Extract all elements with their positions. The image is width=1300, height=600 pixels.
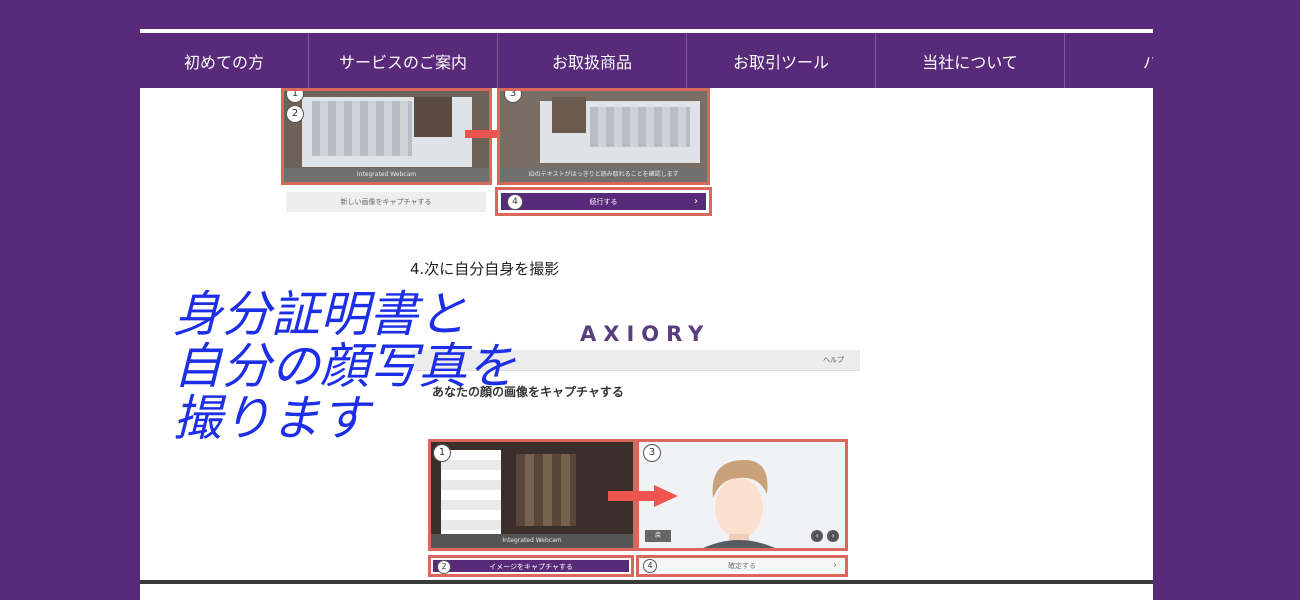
webcam-caption: Integrated Webcam bbox=[284, 168, 489, 182]
webcam-caption: Integrated Webcam bbox=[431, 534, 633, 548]
main-nav: 初めての方 サービスのご案内 お取扱商品 お取引ツール 当社について パー bbox=[140, 33, 1153, 88]
step-heading: 4.次に自分自身を撮影 bbox=[410, 260, 560, 278]
capture-highlight: 2 イメージをキャプチャする bbox=[428, 555, 634, 577]
confirm-label: 確定する bbox=[728, 562, 756, 570]
webcam-panel: 1 Integrated Webcam bbox=[428, 439, 636, 551]
blurred-region bbox=[441, 450, 501, 535]
blurred-face bbox=[516, 454, 576, 526]
step-number-3: 3 bbox=[643, 444, 661, 462]
overlay-line-2: 自分の顔写真を bbox=[173, 338, 517, 395]
back-button[interactable]: 戻 bbox=[645, 530, 671, 542]
recapture-button[interactable]: 新しい画像をキャプチャする bbox=[286, 192, 486, 212]
help-link[interactable]: ヘルプ bbox=[823, 355, 844, 365]
confirm-button[interactable]: 4 確定する › bbox=[636, 555, 848, 577]
photo-face bbox=[552, 97, 586, 133]
step-number-4: 4 bbox=[643, 559, 657, 573]
nav-item-about[interactable]: 当社について bbox=[876, 33, 1065, 88]
capture-image-button[interactable]: 2 イメージをキャプチャする bbox=[433, 560, 629, 574]
proceed-label: 続行する bbox=[589, 198, 618, 206]
nav-item-tools[interactable]: お取引ツール bbox=[687, 33, 876, 88]
chevron-right-icon: › bbox=[833, 560, 837, 571]
prev-button[interactable]: ‹ bbox=[811, 530, 823, 542]
id-capture-screenshot: 1 2 Integrated Webcam 3 IDのテキストがはっきりと読み取… bbox=[281, 88, 717, 220]
nav-item-products[interactable]: お取扱商品 bbox=[498, 33, 687, 88]
preview-caption: IDのテキストがはっきりと読み取れることを確認します bbox=[500, 168, 707, 182]
face-avatar-icon bbox=[703, 459, 775, 548]
capture-label: イメージをキャプチャする bbox=[489, 563, 573, 571]
proceed-highlight: 4 続行する › bbox=[495, 187, 712, 216]
chevron-right-icon: › bbox=[694, 196, 698, 207]
photo-face bbox=[414, 97, 452, 137]
step-number-2: 2 bbox=[286, 105, 304, 123]
proceed-button[interactable]: 4 続行する › bbox=[501, 193, 706, 210]
overlay-caption: 身分証明書と 自分の顔写真を 撮ります bbox=[173, 289, 516, 445]
axiory-logo: AXIORY bbox=[580, 322, 711, 346]
arrow-right-icon bbox=[608, 485, 678, 507]
step-number-4: 4 bbox=[507, 194, 523, 210]
nav-item-partner[interactable]: パー bbox=[1065, 33, 1153, 88]
webcam-panel: 1 2 Integrated Webcam bbox=[281, 88, 492, 185]
step-number-1: 1 bbox=[433, 444, 451, 462]
preview-panel: 3 IDのテキストがはっきりと読み取れることを確認します bbox=[497, 88, 710, 185]
step-number-3: 3 bbox=[504, 91, 522, 103]
nav-item-beginners[interactable]: 初めての方 bbox=[140, 33, 309, 88]
overlay-line-1: 身分証明書と bbox=[173, 286, 468, 343]
overlay-line-3: 撮ります bbox=[173, 390, 370, 447]
next-button[interactable]: › bbox=[827, 530, 839, 542]
step-number-2: 2 bbox=[437, 560, 451, 574]
bottom-divider bbox=[140, 580, 1153, 584]
nav-item-services[interactable]: サービスのご案内 bbox=[309, 33, 498, 88]
header: 初めての方 サービスのご案内 お取扱商品 お取引ツール 当社について パー bbox=[140, 0, 1153, 88]
